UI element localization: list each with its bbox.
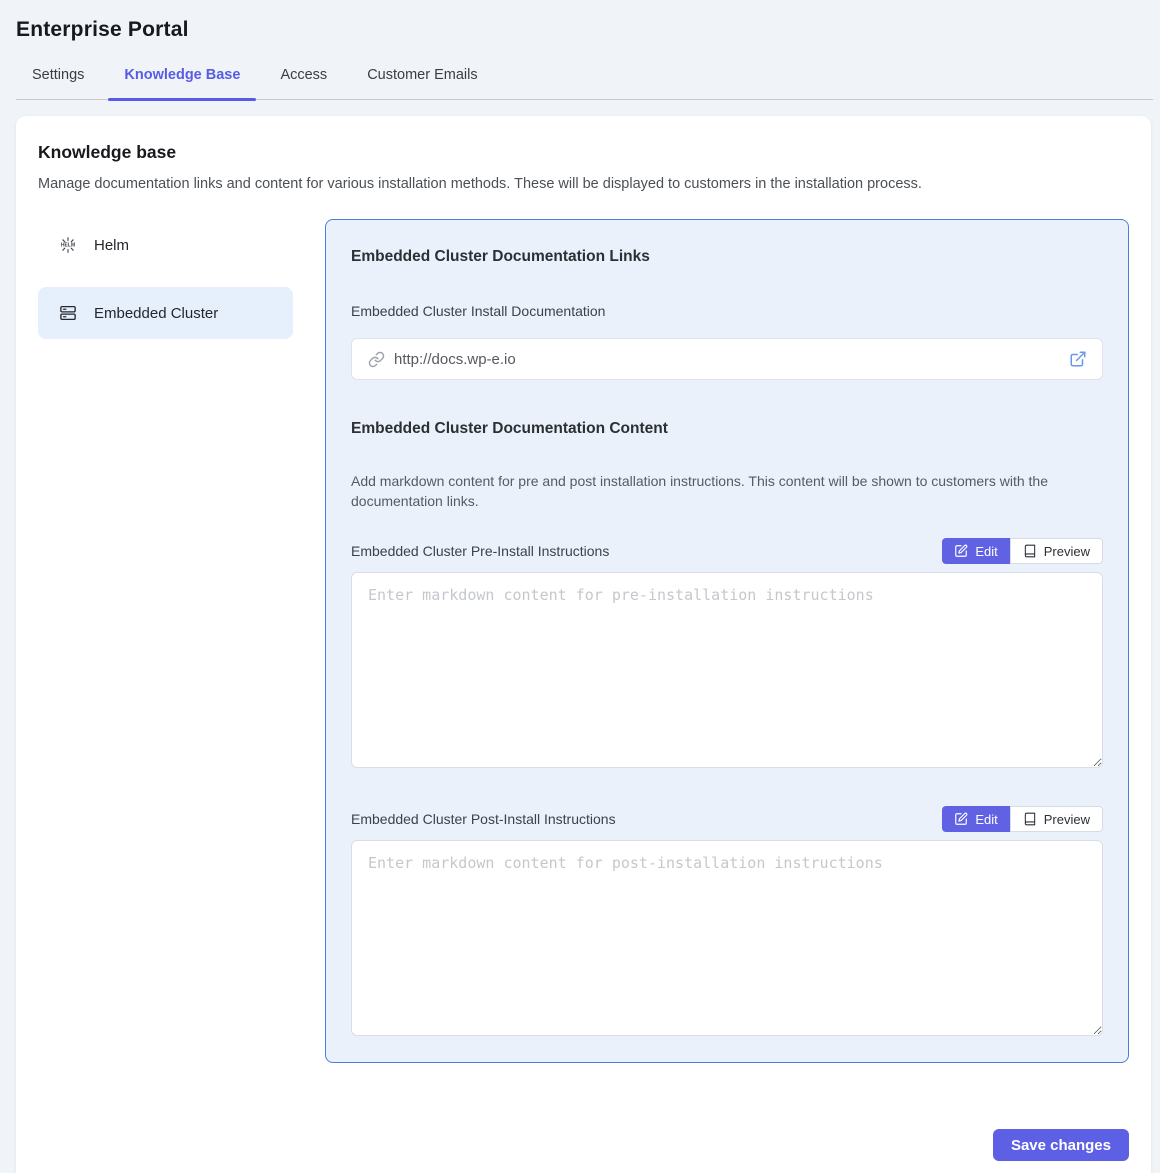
- install-doc-url-field: [351, 338, 1103, 380]
- pre-install-label: Embedded Cluster Pre-Install Instruction…: [351, 543, 609, 559]
- sidebar-item-label: Embedded Cluster: [94, 305, 218, 322]
- section-description: Manage documentation links and content f…: [38, 176, 1129, 192]
- helm-wheel-icon: HELM: [59, 236, 77, 254]
- content-section-description: Add markdown content for pre and post in…: [351, 471, 1103, 511]
- link-icon: [368, 351, 385, 368]
- links-section-heading: Embedded Cluster Documentation Links: [351, 248, 1103, 266]
- knowledge-base-card: Knowledge base Manage documentation link…: [16, 116, 1151, 1173]
- section-title: Knowledge base: [38, 142, 1129, 163]
- post-install-label: Embedded Cluster Post-Install Instructio…: [351, 811, 616, 827]
- square-pen-icon: [954, 812, 968, 826]
- preview-tab-button[interactable]: Preview: [1010, 538, 1103, 564]
- save-changes-button[interactable]: Save changes: [993, 1129, 1129, 1161]
- tab-bar: Settings Knowledge Base Access Customer …: [16, 54, 1153, 100]
- save-row: Save changes: [38, 1129, 1129, 1161]
- svg-text:HELM: HELM: [61, 243, 75, 249]
- book-icon: [1023, 544, 1037, 558]
- server-stack-icon: [59, 304, 77, 322]
- tab-settings[interactable]: Settings: [16, 54, 100, 99]
- page-title: Enterprise Portal: [16, 18, 1144, 42]
- tab-knowledge-base[interactable]: Knowledge Base: [108, 54, 256, 99]
- embedded-cluster-panel: Embedded Cluster Documentation Links Emb…: [325, 219, 1129, 1063]
- install-doc-label: Embedded Cluster Install Documentation: [351, 303, 1103, 319]
- sidebar-item-helm[interactable]: HELM Helm: [38, 219, 293, 271]
- pre-install-textarea[interactable]: [351, 572, 1103, 768]
- content-row: HELM Helm Embedded Cluster Embedd: [38, 219, 1129, 1063]
- content-section-heading: Embedded Cluster Documentation Content: [351, 420, 1103, 438]
- tab-customer-emails[interactable]: Customer Emails: [351, 54, 493, 99]
- sidebar-item-embedded-cluster[interactable]: Embedded Cluster: [38, 287, 293, 339]
- square-pen-icon: [954, 544, 968, 558]
- install-method-nav: HELM Helm Embedded Cluster: [38, 219, 293, 1063]
- post-install-mode-toggle: Edit Preview: [942, 806, 1103, 832]
- tab-access[interactable]: Access: [264, 54, 343, 99]
- edit-tab-button[interactable]: Edit: [942, 538, 1009, 564]
- book-icon: [1023, 812, 1037, 826]
- external-link-icon[interactable]: [1069, 350, 1087, 368]
- edit-tab-button[interactable]: Edit: [942, 806, 1009, 832]
- sidebar-item-label: Helm: [94, 237, 129, 254]
- post-install-row: Embedded Cluster Post-Install Instructio…: [351, 806, 1103, 832]
- app-header: Enterprise Portal: [0, 0, 1160, 42]
- preview-tab-button[interactable]: Preview: [1010, 806, 1103, 832]
- pre-install-row: Embedded Cluster Pre-Install Instruction…: [351, 538, 1103, 564]
- install-doc-url-input[interactable]: [394, 351, 1069, 368]
- post-install-textarea[interactable]: [351, 840, 1103, 1036]
- pre-install-mode-toggle: Edit Preview: [942, 538, 1103, 564]
